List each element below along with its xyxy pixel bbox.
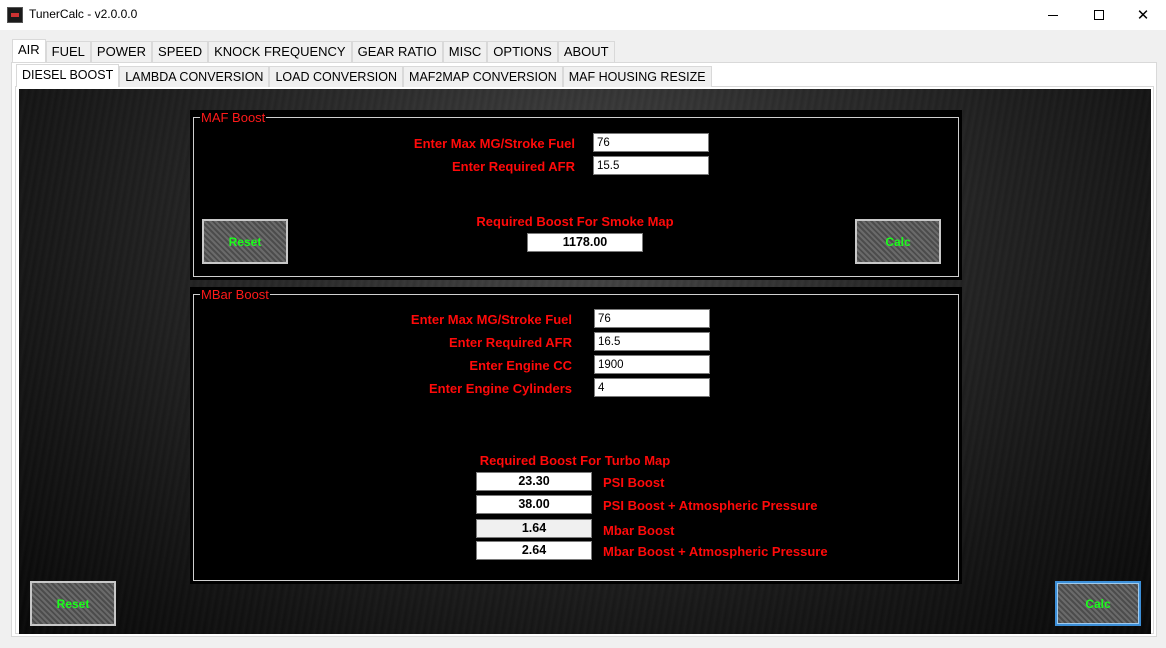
psi-atm-label: PSI Boost + Atmospheric Pressure (603, 498, 818, 513)
mbar-boost-group: MBar Boost Enter Max MG/Stroke Fuel Ente… (190, 287, 962, 584)
psi-atm-output: 38.00 (476, 495, 592, 514)
window-title: TunerCalc - v2.0.0.0 (29, 7, 138, 21)
tab-about[interactable]: ABOUT (557, 41, 615, 62)
mbar-afr-label: Enter Required AFR (448, 335, 572, 350)
tab-fuel[interactable]: FUEL (45, 41, 91, 62)
app-icon (7, 7, 23, 23)
close-button[interactable]: ✕ (1120, 0, 1166, 30)
maf-reset-button[interactable]: Reset (202, 219, 288, 264)
tab-gear-ratio[interactable]: GEAR RATIO (351, 41, 443, 62)
close-icon: ✕ (1136, 6, 1150, 24)
psi-boost-output: 23.30 (476, 472, 592, 491)
tab-options[interactable]: OPTIONS (487, 41, 558, 62)
minimize-button[interactable] (1030, 0, 1076, 30)
mbar-boost-output: 1.64 (476, 519, 592, 538)
maf-afr-input[interactable] (593, 156, 709, 175)
calc-button[interactable]: Calc (1055, 581, 1141, 626)
reset-button[interactable]: Reset (30, 581, 116, 626)
mbar-fuel-label: Enter Max MG/Stroke Fuel (410, 312, 572, 327)
minimize-icon (1048, 14, 1058, 16)
mbar-cylinders-label: Enter Engine Cylinders (428, 381, 572, 396)
maf-calc-button[interactable]: Calc (855, 219, 941, 264)
maf-fuel-input[interactable] (593, 133, 709, 152)
maximize-button[interactable] (1076, 0, 1122, 30)
subtab-diesel-boost[interactable]: DIESEL BOOST (16, 64, 120, 87)
mbar-boost-legend: MBar Boost (200, 287, 270, 302)
maf-boost-group: MAF Boost Enter Max MG/Stroke Fuel Enter… (190, 110, 962, 280)
main-tabs: AIR FUEL POWER SPEED KNOCK FREQUENCY GEA… (12, 39, 615, 62)
tab-speed[interactable]: SPEED (152, 41, 209, 62)
maf-fuel-label: Enter Max MG/Stroke Fuel (413, 136, 575, 151)
maf-boost-legend: MAF Boost (200, 110, 267, 125)
subtab-maf-housing-resize[interactable]: MAF HOUSING RESIZE (562, 66, 712, 87)
title-bar: TunerCalc - v2.0.0.0 ✕ (0, 0, 1166, 30)
mbar-cc-label: Enter Engine CC (469, 358, 572, 373)
maf-result-label: Required Boost For Smoke Map (476, 214, 674, 229)
tab-knock-frequency[interactable]: KNOCK FREQUENCY (208, 41, 352, 62)
subtab-maf2map-conversion[interactable]: MAF2MAP CONVERSION (403, 66, 563, 87)
mbar-cc-input[interactable] (594, 355, 710, 374)
tab-power[interactable]: POWER (90, 41, 153, 62)
mbar-fuel-input[interactable] (594, 309, 710, 328)
subtab-lambda-conversion[interactable]: LAMBDA CONVERSION (119, 66, 270, 87)
psi-boost-label: PSI Boost (603, 475, 665, 490)
maf-afr-label: Enter Required AFR (451, 159, 575, 174)
tab-air[interactable]: AIR (12, 39, 46, 62)
tab-misc[interactable]: MISC (442, 41, 488, 62)
mbar-cylinders-input[interactable] (594, 378, 710, 397)
mbar-result-title: Required Boost For Turbo Map (479, 453, 671, 468)
mbar-atm-label: Mbar Boost + Atmospheric Pressure (603, 544, 828, 559)
mbar-atm-output: 2.64 (476, 541, 592, 560)
subtab-load-conversion[interactable]: LOAD CONVERSION (269, 66, 404, 87)
maximize-icon (1094, 10, 1104, 20)
mbar-afr-input[interactable] (594, 332, 710, 351)
maf-result-output: 1178.00 (527, 233, 643, 252)
sub-tabs: DIESEL BOOST LAMBDA CONVERSION LOAD CONV… (16, 64, 712, 87)
mbar-boost-label: Mbar Boost (603, 523, 675, 538)
